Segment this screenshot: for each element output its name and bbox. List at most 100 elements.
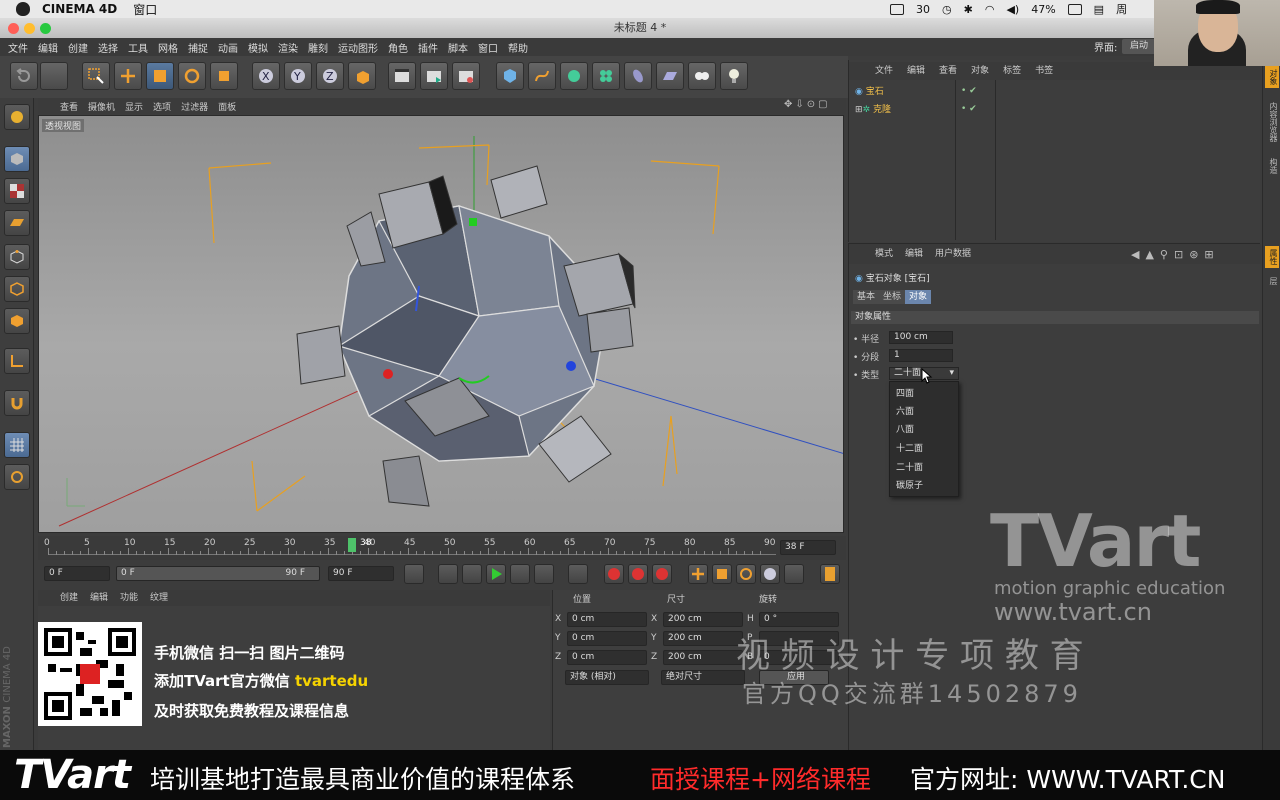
texture-mode-button[interactable] [4,178,30,204]
object-menu-item-3[interactable]: 对象 [971,62,989,80]
perspective-viewport[interactable]: 透视视图 [38,115,844,533]
object-row-cloner[interactable]: ⊞✲ 克隆 [855,102,891,118]
polygons-mode-button[interactable] [4,308,30,334]
position-field-2[interactable]: 0 cm [567,650,647,665]
menu-item-6[interactable]: 捕捉 [188,40,208,55]
recent-tool-button[interactable] [210,62,238,90]
cloner-button[interactable] [592,62,620,90]
deformer-button[interactable] [624,62,652,90]
size-field-0[interactable]: 200 cm [663,612,743,627]
spline-button[interactable] [528,62,556,90]
prev-frame-button[interactable] [462,564,482,584]
menu-item-15[interactable]: 窗口 [478,40,498,55]
option-carbon-atom[interactable]: 碳原子 [896,478,923,491]
attribute-menu-item-1[interactable]: 编辑 [905,244,923,264]
key-pla-button[interactable] [784,564,804,584]
radius-field[interactable]: 100 cm [889,331,953,344]
side-tab-objects[interactable]: 对象 [1265,66,1279,88]
next-frame-button[interactable] [510,564,530,584]
menu-item-14[interactable]: 脚本 [448,40,468,55]
option-dodecahedron[interactable]: 十二面 [896,441,923,454]
attribute-menu-item-2[interactable]: 用户数据 [935,244,971,264]
viewport-menu-item-0[interactable]: 查看 [60,100,78,113]
visibility-toggles-cloner[interactable]: • ✔ [961,104,977,114]
camera-icon[interactable] [890,3,904,15]
flag-icon[interactable]: ▤ [1094,3,1104,16]
locked-workplane-button[interactable] [4,464,30,490]
light-button[interactable] [720,62,748,90]
rotate-tool-button[interactable] [178,62,206,90]
zoom-icon[interactable] [40,23,51,34]
subdivision-button[interactable] [560,62,588,90]
menu-item-11[interactable]: 运动图形 [338,40,378,55]
tab-object[interactable]: 对象 [905,290,932,304]
edges-mode-button[interactable] [4,276,30,302]
play-button[interactable] [486,564,506,584]
workplane-mode-button[interactable] [4,210,30,236]
render-picture-viewer-button[interactable] [420,62,448,90]
attribute-menu-item-0[interactable]: 模式 [875,244,893,264]
menu-item-1[interactable]: 编辑 [38,40,58,55]
side-tab-layers[interactable]: 层 [1265,274,1279,288]
option-octahedron[interactable]: 八面 [896,422,914,435]
material-menu-item-2[interactable]: 功能 [120,590,138,606]
autokey-button[interactable] [628,564,648,584]
option-hexahedron[interactable]: 六面 [896,404,914,417]
option-icosahedron[interactable]: 二十面 [896,460,923,473]
rotation-field-0[interactable]: 0 ° [759,612,839,627]
viewport-menu-item-5[interactable]: 面板 [218,100,236,113]
position-field-0[interactable]: 0 cm [567,612,647,627]
viewport-nav-icons[interactable]: ✥⇩⊙▢ [784,99,831,110]
clock-icon[interactable]: ◷ [942,3,952,16]
object-row-gem[interactable]: ◉ 宝石 [855,84,884,100]
menu-item-16[interactable]: 帮助 [508,40,528,55]
viewport-menu-item-1[interactable]: 摄像机 [88,100,115,113]
floor-button[interactable] [656,62,684,90]
window-menu[interactable]: 窗口 [133,1,157,18]
side-tab-content-browser[interactable]: 内容浏览器 [1265,94,1279,150]
tab-basic[interactable]: 基本 [853,290,880,304]
size-field-2[interactable]: 200 cm [663,650,743,665]
playhead[interactable] [348,538,356,552]
go-to-end-button[interactable] [568,564,588,584]
menu-item-7[interactable]: 动画 [218,40,238,55]
close-icon[interactable] [8,23,19,34]
volume-icon[interactable]: ◀) [1006,3,1019,16]
axis-mode-button[interactable] [4,348,30,374]
size-field-1[interactable]: 200 cm [663,631,743,646]
menu-item-0[interactable]: 文件 [8,40,28,55]
key-param-button[interactable] [760,564,780,584]
make-editable-button[interactable] [4,104,30,130]
menu-item-13[interactable]: 插件 [418,40,438,55]
go-to-start-button[interactable] [404,564,424,584]
menu-item-10[interactable]: 雕刻 [308,40,328,55]
coordinate-system-button[interactable] [348,62,376,90]
z-axis-button[interactable]: Z [316,62,344,90]
bluetooth-icon[interactable]: ✱ [964,3,973,16]
object-menu-item-0[interactable]: 文件 [875,62,893,80]
tab-coord[interactable]: 坐标 [879,290,906,304]
live-select-button[interactable] [82,62,110,90]
render-view-button[interactable] [388,62,416,90]
cube-button[interactable] [496,62,524,90]
model-mode-button[interactable] [4,146,30,172]
undo-button[interactable] [10,62,38,90]
start-frame-field[interactable]: 0 F [44,566,110,581]
camera-button[interactable] [688,62,716,90]
preview-range-slider[interactable]: 0 F 90 F [116,566,320,581]
app-menu[interactable]: CINEMA 4D [42,2,117,16]
material-menu-item-1[interactable]: 编辑 [90,590,108,606]
apple-icon[interactable] [16,2,30,16]
menu-item-4[interactable]: 工具 [128,40,148,55]
menu-item-5[interactable]: 网格 [158,40,178,55]
menu-item-3[interactable]: 选择 [98,40,118,55]
menu-item-12[interactable]: 角色 [388,40,408,55]
key-scale-button[interactable] [712,564,732,584]
side-tab-attributes[interactable]: 属性 [1265,246,1279,268]
option-tetrahedron[interactable]: 四面 [896,386,914,399]
material-menu-item-0[interactable]: 创建 [60,590,78,606]
viewport-menu-item-4[interactable]: 过滤器 [181,100,208,113]
timeline-window-button[interactable] [820,564,840,584]
side-tab-structure[interactable]: 构造 [1265,154,1279,178]
viewport-menu-item-3[interactable]: 选项 [153,100,171,113]
